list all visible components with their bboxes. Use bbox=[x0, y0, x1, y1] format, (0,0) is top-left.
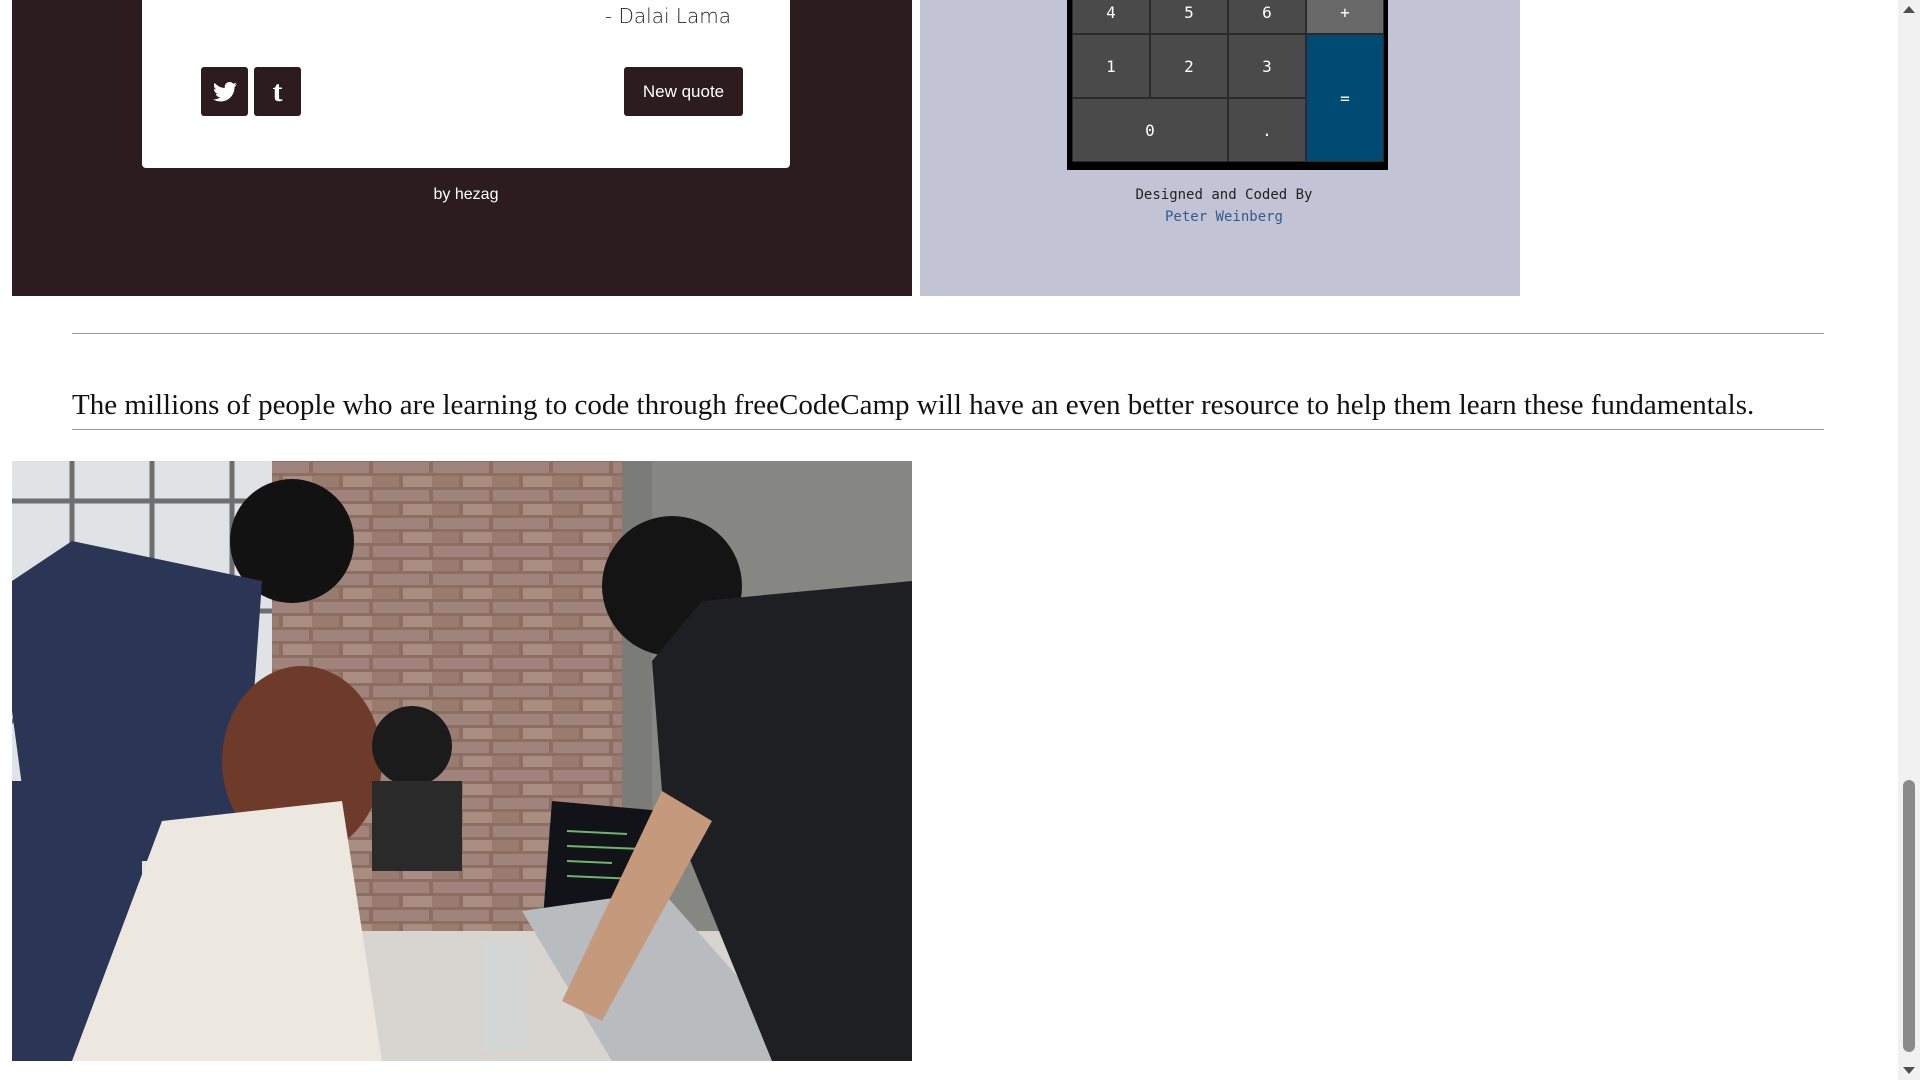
calculator-credit: Designed and Coded By Peter Weinberg bbox=[920, 184, 1528, 228]
key-3[interactable]: 3 bbox=[1228, 34, 1306, 98]
key-5[interactable]: 5 bbox=[1150, 0, 1228, 34]
key-2[interactable]: 2 bbox=[1150, 34, 1228, 98]
credit-line: Designed and Coded By bbox=[1135, 187, 1313, 203]
credit-author-link[interactable]: Peter Weinberg bbox=[1165, 209, 1283, 225]
tweet-quote-button[interactable] bbox=[201, 67, 248, 116]
vertical-scrollbar[interactable] bbox=[1898, 0, 1920, 1080]
key-1[interactable]: 1 bbox=[1072, 34, 1150, 98]
photo-illustration bbox=[12, 461, 912, 1061]
calculator-preview: 4 5 6 + 1 2 3 0 . = Designed and Coded B… bbox=[920, 0, 1520, 296]
people-coding-at-laptops-photo bbox=[12, 461, 912, 1061]
key-decimal[interactable]: . bbox=[1228, 98, 1306, 162]
byline-prefix: by bbox=[433, 186, 455, 203]
calculator-body: 4 5 6 + 1 2 3 0 . = bbox=[1067, 0, 1388, 170]
scroll-down-arrow-icon[interactable] bbox=[1903, 1067, 1915, 1074]
random-quote-machine-preview: - Dalai Lama t New quote by hezag bbox=[12, 0, 912, 296]
twitter-icon bbox=[212, 81, 237, 101]
byline-author-link[interactable]: hezag bbox=[455, 186, 499, 203]
key-6[interactable]: 6 bbox=[1228, 0, 1306, 34]
key-0[interactable]: 0 bbox=[1072, 98, 1228, 162]
scrollbar-thumb[interactable] bbox=[1903, 780, 1915, 1052]
tumblr-icon: t bbox=[272, 74, 283, 108]
scroll-up-arrow-icon[interactable] bbox=[1903, 6, 1915, 13]
key-4[interactable]: 4 bbox=[1072, 0, 1150, 34]
page-viewport: - Dalai Lama t New quote by hezag 4 5 6 … bbox=[0, 0, 1898, 1080]
quote-author: - Dalai Lama bbox=[604, 4, 731, 28]
key-add[interactable]: + bbox=[1306, 0, 1384, 34]
quote-box: - Dalai Lama t New quote bbox=[142, 0, 790, 168]
new-quote-button[interactable]: New quote bbox=[624, 67, 743, 116]
key-equals[interactable]: = bbox=[1306, 34, 1384, 162]
tumblr-quote-button[interactable]: t bbox=[254, 67, 301, 116]
divider-bottom bbox=[72, 429, 1824, 430]
divider-top bbox=[72, 333, 1824, 334]
article-statement: The millions of people who are learning … bbox=[72, 389, 1755, 421]
quote-byline: by hezag bbox=[12, 186, 920, 204]
